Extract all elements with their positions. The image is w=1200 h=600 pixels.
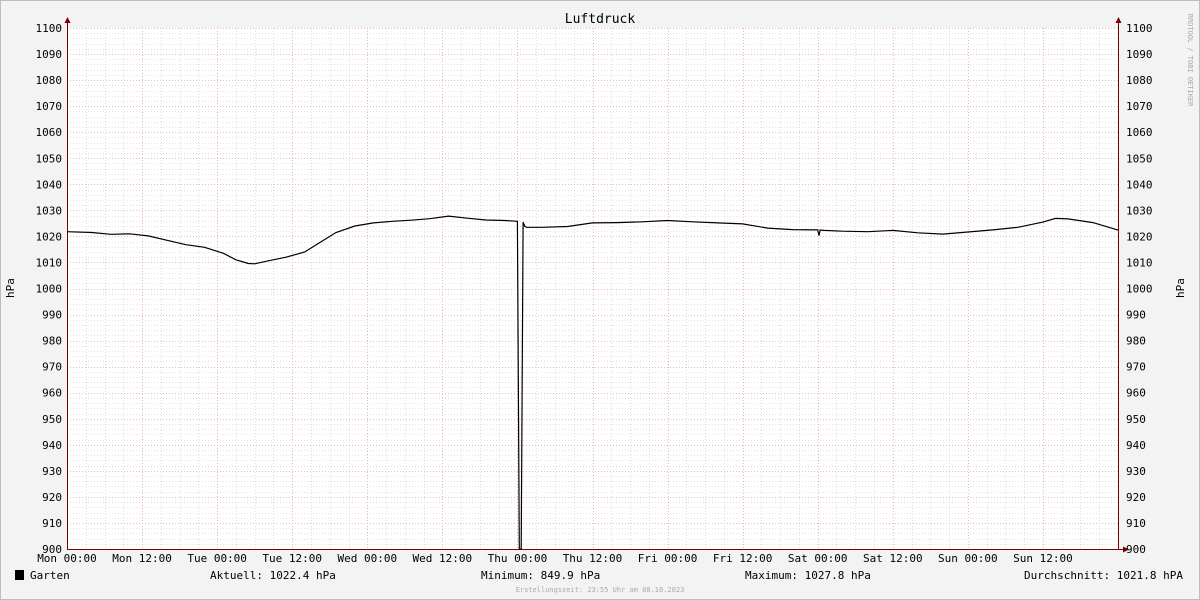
y-tick-label-left: 1090 bbox=[36, 48, 63, 61]
y-tick-label-left: 1050 bbox=[36, 152, 63, 165]
y-tick-label-right: 970 bbox=[1126, 361, 1146, 374]
y-tick-label-left: 1070 bbox=[36, 100, 63, 113]
y-tick-label-right: 940 bbox=[1126, 439, 1146, 452]
legend-minimum: Minimum: 849.9 hPa bbox=[481, 569, 600, 582]
y-tick-label-right: 920 bbox=[1126, 491, 1146, 504]
y-tick-label-right: 980 bbox=[1126, 335, 1146, 348]
x-tick-label: Tue 12:00 bbox=[262, 552, 322, 565]
y-tick-label-left: 1040 bbox=[36, 178, 63, 191]
y-tick-label-right: 930 bbox=[1126, 465, 1146, 478]
x-tick-label: Wed 00:00 bbox=[337, 552, 397, 565]
x-tick-label: Wed 12:00 bbox=[413, 552, 473, 565]
y-tick-label-left: 1030 bbox=[36, 204, 63, 217]
y-tick-label-left: 960 bbox=[42, 387, 62, 400]
y-tick-label-right: 1080 bbox=[1126, 74, 1153, 87]
y-tick-label-right: 1010 bbox=[1126, 256, 1153, 269]
x-tick-label: Tue 00:00 bbox=[187, 552, 247, 565]
y-tick-label-left: 1100 bbox=[36, 22, 63, 35]
y-tick-label-left: 990 bbox=[42, 309, 62, 322]
y-tick-label-left: 1080 bbox=[36, 74, 63, 87]
y-tick-label-right: 1040 bbox=[1126, 178, 1153, 191]
legend-series-name: Garten bbox=[30, 569, 70, 582]
legend-maximum: Maximum: 1027.8 hPa bbox=[745, 569, 871, 582]
x-tick-label: Sun 12:00 bbox=[1013, 552, 1073, 565]
y-tick-label-left: 1020 bbox=[36, 230, 63, 243]
y-tick-label-right: 990 bbox=[1126, 309, 1146, 322]
y-tick-label-left: 1000 bbox=[36, 283, 63, 296]
x-tick-label: Mon 12:00 bbox=[112, 552, 172, 565]
y-tick-label-left: 940 bbox=[42, 439, 62, 452]
y-tick-label-right: 1030 bbox=[1126, 204, 1153, 217]
y-tick-label-right: 1100 bbox=[1126, 22, 1153, 35]
y-tick-label-right: 1060 bbox=[1126, 126, 1153, 139]
y-tick-label-left: 950 bbox=[42, 413, 62, 426]
x-tick-label: Thu 12:00 bbox=[563, 552, 623, 565]
x-tick-label: Thu 00:00 bbox=[488, 552, 548, 565]
rrdtool-watermark: RRDTOOL / TOBI OETIKER bbox=[1186, 14, 1194, 108]
y-tick-label-left: 1010 bbox=[36, 256, 63, 269]
chart-title: Luftdruck bbox=[565, 12, 636, 27]
x-tick-label: Sun 00:00 bbox=[938, 552, 998, 565]
y-tick-label-left: 970 bbox=[42, 361, 62, 374]
x-tick-label: Sat 00:00 bbox=[788, 552, 848, 565]
y-tick-label-left: 1060 bbox=[36, 126, 63, 139]
y-tick-label-right: 910 bbox=[1126, 517, 1146, 530]
y-tick-label-right: 1090 bbox=[1126, 48, 1153, 61]
y-tick-label-left: 910 bbox=[42, 517, 62, 530]
y-tick-label-left: 920 bbox=[42, 491, 62, 504]
x-tick-label: Mon 00:00 bbox=[37, 552, 97, 565]
y-tick-label-right: 900 bbox=[1126, 543, 1146, 556]
footer-timestamp: Erstellungszeit: 23:55 Uhr am 08.10.2023 bbox=[516, 586, 685, 594]
y-axis-label-left: hPa bbox=[4, 278, 17, 298]
y-tick-label-right: 1050 bbox=[1126, 152, 1153, 165]
y-tick-label-left: 930 bbox=[42, 465, 62, 478]
y-tick-label-right: 1070 bbox=[1126, 100, 1153, 113]
x-tick-label: Sat 12:00 bbox=[863, 552, 923, 565]
y-tick-label-right: 1020 bbox=[1126, 230, 1153, 243]
pressure-chart: 900 910 920 930 940 950 960 970 980 990 1000 1010 10… bbox=[0, 0, 1200, 600]
y-tick-label-right: 960 bbox=[1126, 387, 1146, 400]
legend-aktuell: Aktuell: 1022.4 hPa bbox=[210, 569, 336, 582]
y-tick-label-left: 980 bbox=[42, 335, 62, 348]
legend-durchschnitt: Durchschnitt: 1021.8 hPA bbox=[1024, 569, 1183, 582]
x-tick-label: Fri 00:00 bbox=[638, 552, 698, 565]
x-tick-label: Fri 12:00 bbox=[713, 552, 773, 565]
y-tick-label-right: 950 bbox=[1126, 413, 1146, 426]
y-axis-label-right: hPa bbox=[1174, 278, 1187, 298]
legend-swatch-garten bbox=[15, 570, 24, 580]
y-tick-label-right: 1000 bbox=[1126, 283, 1153, 296]
